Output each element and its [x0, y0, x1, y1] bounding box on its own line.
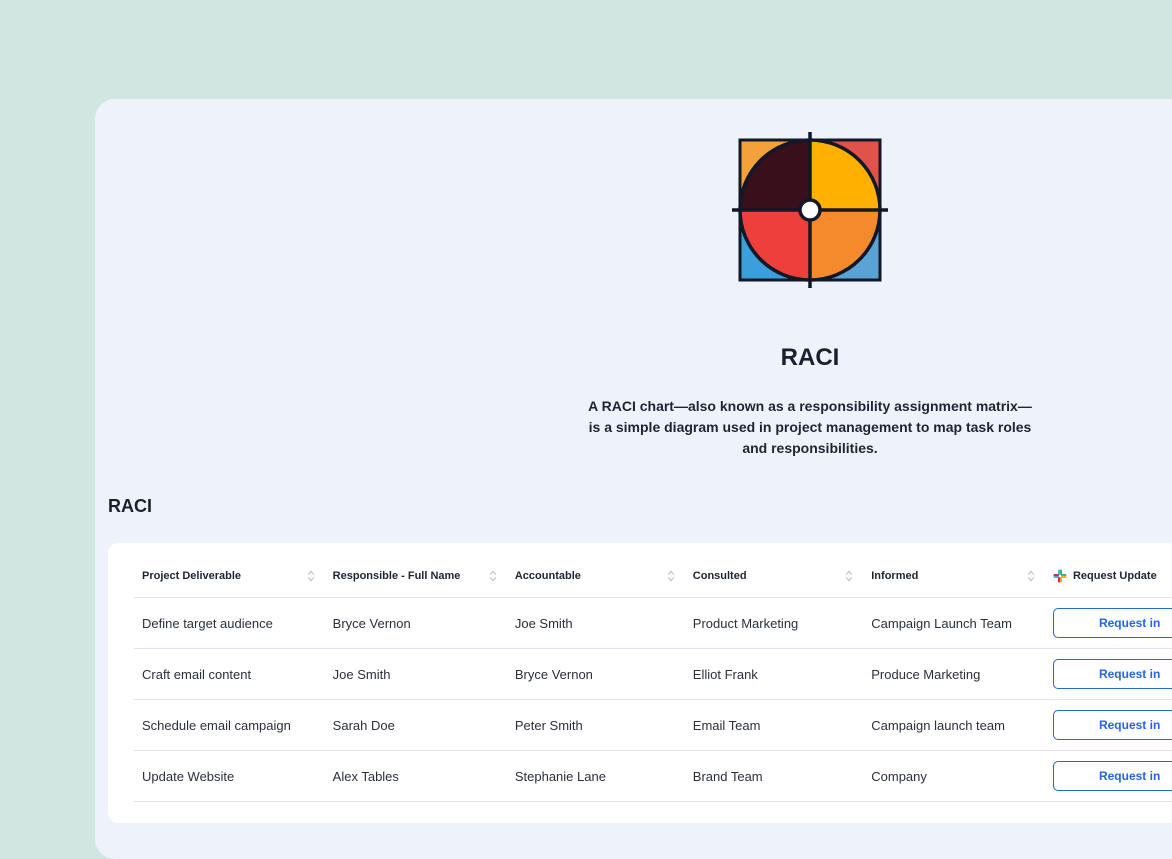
cell-deliverable: Define target audience	[134, 597, 325, 649]
column-header-label: Accountable	[514, 570, 581, 582]
cell-informed: Campaign launch team	[863, 699, 1045, 751]
column-header-label: Request Update	[1072, 570, 1157, 582]
cell-action: Request in	[1044, 699, 1172, 751]
sort-icon[interactable]	[1027, 570, 1035, 582]
hero-description: A RACI chart—also known as a responsibil…	[588, 398, 1032, 456]
column-header-informed[interactable]: Informed	[863, 555, 1045, 598]
raci-table-card: Project Deliverable Responsible - Full N…	[108, 543, 1172, 823]
cell-action: Request in	[1044, 648, 1172, 700]
cell-deliverable: Schedule email campaign	[134, 699, 325, 751]
raci-table: Project Deliverable Responsible - Full N…	[134, 555, 1172, 802]
hero-title: RACI	[780, 344, 840, 371]
cell-accountable: Bryce Vernon	[506, 648, 685, 700]
cell-responsible: Joe Smith	[324, 648, 507, 700]
cell-consulted: Product Marketing	[684, 597, 864, 649]
table-row: Update Website Alex Tables Stephanie Lan…	[134, 750, 1172, 802]
column-header-label: Responsible - Full Name	[332, 570, 461, 582]
table-header-row: Project Deliverable Responsible - Full N…	[134, 555, 1172, 598]
column-header-accountable[interactable]: Accountable	[506, 555, 685, 598]
column-header-label: Informed	[871, 570, 919, 582]
table-row: Define target audience Bryce Vernon Joe …	[134, 597, 1172, 649]
column-header-request-update[interactable]: Request Update	[1044, 555, 1172, 598]
column-header-deliverable[interactable]: Project Deliverable	[134, 555, 325, 598]
cell-accountable: Stephanie Lane	[506, 750, 685, 802]
cell-informed: Produce Marketing	[863, 648, 1045, 700]
slack-icon	[1053, 569, 1067, 583]
cell-consulted: Email Team	[684, 699, 864, 751]
request-update-button[interactable]: Request in	[1052, 608, 1172, 638]
table-row: Schedule email campaign Sarah Doe Peter …	[134, 699, 1172, 751]
cell-accountable: Peter Smith	[506, 699, 685, 751]
request-update-header: Request Update	[1053, 569, 1172, 583]
column-header-consulted[interactable]: Consulted	[684, 555, 864, 598]
column-header-responsible[interactable]: Responsible - Full Name	[324, 555, 507, 598]
cell-informed: Company	[863, 750, 1045, 802]
section-title: RACI	[108, 496, 152, 516]
cell-action: Request in	[1044, 597, 1172, 649]
sort-icon[interactable]	[845, 570, 853, 582]
table-row: Craft email content Joe Smith Bryce Vern…	[134, 648, 1172, 700]
cell-action: Request in	[1044, 750, 1172, 802]
column-header-label: Consulted	[692, 570, 747, 582]
cell-informed: Campaign Launch Team	[863, 597, 1045, 649]
request-update-button[interactable]: Request in	[1052, 659, 1172, 689]
raci-logo-icon	[732, 132, 888, 288]
request-update-button[interactable]: Request in	[1052, 761, 1172, 791]
sort-icon[interactable]	[307, 570, 315, 582]
column-header-label: Project Deliverable	[142, 570, 242, 582]
request-update-button[interactable]: Request in	[1052, 710, 1172, 740]
cell-accountable: Joe Smith	[506, 597, 685, 649]
cell-consulted: Elliot Frank	[684, 648, 864, 700]
cell-responsible: Sarah Doe	[324, 699, 507, 751]
cell-deliverable: Craft email content	[134, 648, 325, 700]
cell-responsible: Bryce Vernon	[324, 597, 507, 649]
sort-icon[interactable]	[667, 570, 675, 582]
cell-responsible: Alex Tables	[324, 750, 507, 802]
cell-deliverable: Update Website	[134, 750, 325, 802]
sort-icon[interactable]	[489, 570, 497, 582]
cell-consulted: Brand Team	[684, 750, 864, 802]
